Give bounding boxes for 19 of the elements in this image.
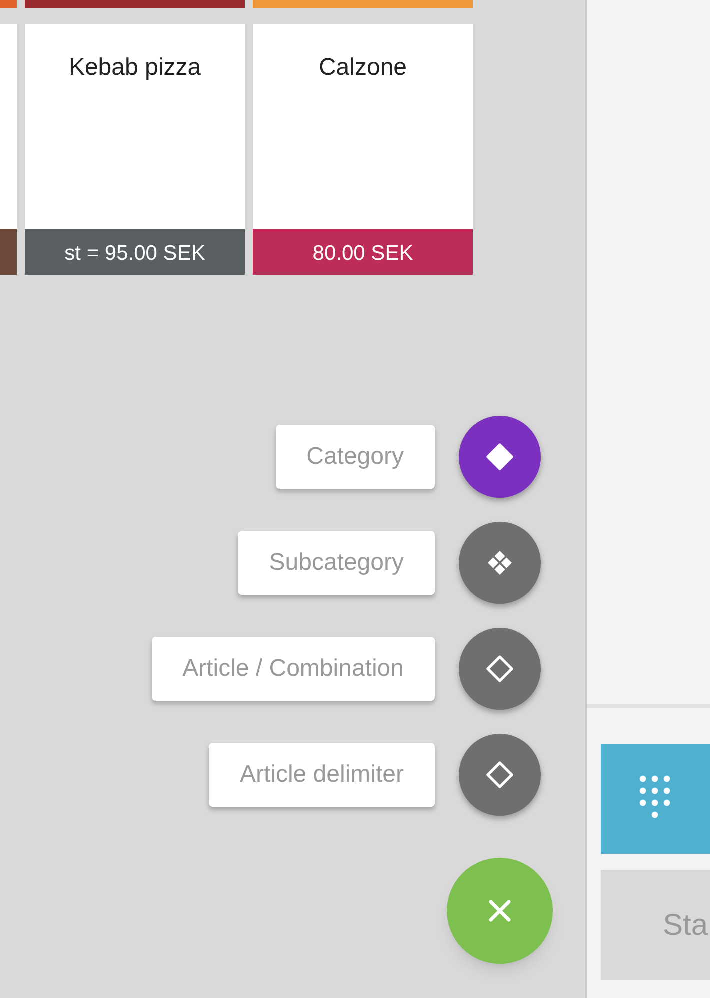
article-card[interactable]: Calzone 80.00 SEK: [253, 24, 473, 275]
action-button[interactable]: [459, 734, 541, 816]
action-button[interactable]: [459, 628, 541, 710]
article-name: Calzone: [318, 56, 408, 83]
action-label[interactable]: Article delimiter: [208, 743, 435, 807]
diamond-outline-icon: [484, 653, 516, 685]
price-bar: 80.00 SEK: [253, 229, 473, 275]
close-icon: [488, 899, 512, 923]
diamond-outline-icon: [484, 759, 516, 791]
start-button[interactable]: Sta: [601, 870, 710, 980]
action-label[interactable]: Subcategory: [238, 531, 435, 595]
price-bar: st = 95.00 SEK: [25, 229, 245, 275]
action-label[interactable]: Article / Combination: [152, 637, 435, 701]
action-label[interactable]: Category: [276, 425, 435, 489]
article-name: Kebab pizza: [68, 56, 202, 83]
action-button[interactable]: [459, 416, 541, 498]
action-button[interactable]: [459, 522, 541, 604]
diamond-icon: [484, 441, 516, 473]
article-card[interactable]: Kebab pizza st = 95.00 SEK: [25, 24, 245, 275]
